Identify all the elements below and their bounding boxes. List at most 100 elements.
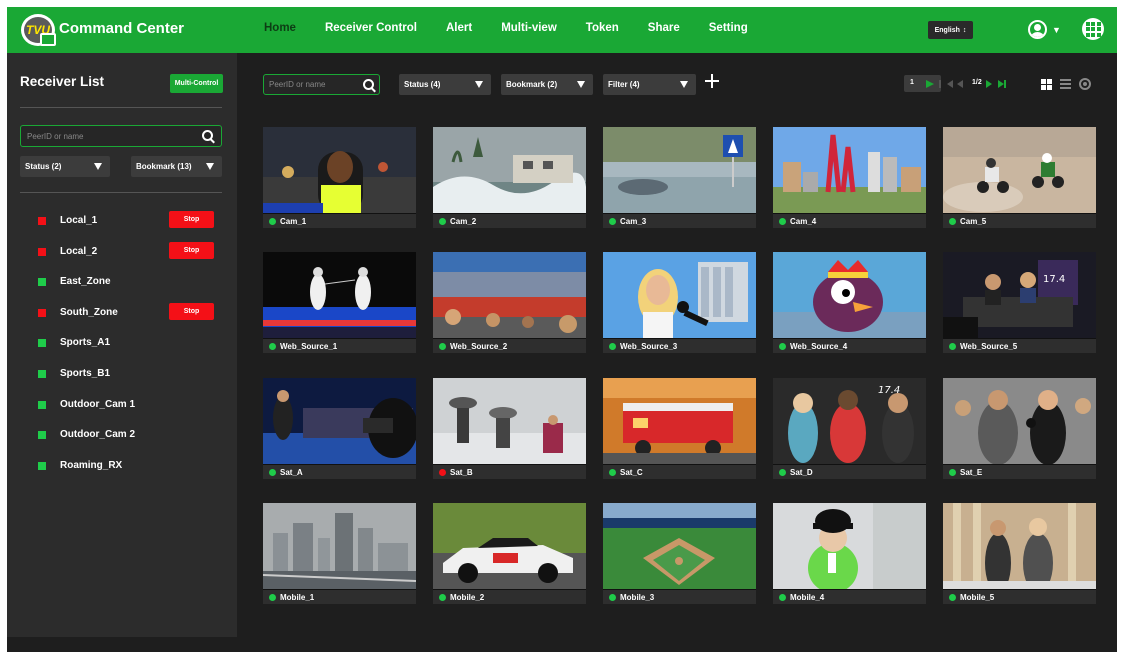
status-dot-icon	[609, 343, 616, 350]
multi-control-button[interactable]: Multi-Control	[170, 74, 223, 93]
nav-receiver-control[interactable]: Receiver Control	[325, 22, 417, 34]
page-jump-box[interactable]: 1	[904, 75, 941, 92]
sidebar-status-dropdown[interactable]: Status (2)	[20, 156, 110, 177]
source-tile[interactable]: Web_Source_4	[773, 252, 926, 355]
tvu-logo[interactable]: TVU	[21, 14, 56, 46]
tile-caption-bar: Web_Source_3	[603, 338, 756, 353]
video-thumbnail[interactable]: 17.4	[943, 252, 1096, 338]
source-name: Sat_A	[280, 468, 303, 477]
source-tile[interactable]: Web_Source_3	[603, 252, 756, 355]
video-thumbnail[interactable]	[603, 127, 756, 213]
sidebar-bookmark-label: Bookmark (13)	[136, 162, 192, 171]
source-tile[interactable]: Cam_2	[433, 127, 586, 230]
receiver-item[interactable]: South_Zone Stop	[7, 302, 237, 325]
receiver-item[interactable]: East_Zone	[7, 272, 237, 294]
tile-caption-bar: Cam_5	[943, 213, 1096, 228]
source-tile[interactable]: Cam_4	[773, 127, 926, 230]
first-page-icon[interactable]	[939, 80, 953, 88]
source-tile[interactable]: 17.4 Web_Source_5	[943, 252, 1096, 355]
receiver-item[interactable]: Local_1 Stop	[7, 211, 237, 233]
search-icon[interactable]	[363, 79, 374, 90]
video-thumbnail[interactable]	[433, 503, 586, 589]
source-tile[interactable]: Cam_3	[603, 127, 756, 230]
status-dot-icon	[779, 343, 786, 350]
sidebar-search-input[interactable]	[27, 129, 187, 143]
video-thumbnail[interactable]	[263, 378, 416, 464]
receiver-sidebar: Receiver List Multi-Control Status (2) B…	[7, 53, 237, 637]
receiver-item[interactable]: Sports_B1	[7, 364, 237, 386]
source-tile[interactable]: Mobile_3	[603, 503, 756, 606]
source-tile[interactable]: Sat_C	[603, 378, 756, 481]
language-select[interactable]: English ↕	[928, 21, 973, 39]
video-thumbnail[interactable]	[433, 378, 586, 464]
apps-grid-icon[interactable]	[1082, 18, 1104, 40]
stop-button[interactable]: Stop	[169, 302, 214, 320]
bookmark-dropdown[interactable]: Bookmark (2)	[501, 74, 593, 95]
nav-multi-view[interactable]: Multi-view	[501, 22, 557, 34]
prev-page-icon[interactable]	[957, 80, 963, 88]
sidebar-bookmark-dropdown[interactable]: Bookmark (13)	[131, 156, 222, 177]
nav-alert[interactable]: Alert	[446, 22, 472, 34]
receiver-item[interactable]: Local_2 Stop	[7, 241, 237, 264]
map-view-icon[interactable]	[1079, 78, 1091, 90]
source-search-input[interactable]	[269, 78, 354, 91]
source-name: Mobile_1	[280, 593, 315, 602]
last-page-icon[interactable]	[998, 80, 1006, 88]
status-dot-icon	[949, 343, 956, 350]
tile-caption-bar: Mobile_4	[773, 589, 926, 604]
receiver-item[interactable]: Outdoor_Cam 1	[7, 395, 237, 417]
receiver-item[interactable]: Sports_A1	[7, 333, 237, 355]
receiver-item[interactable]: Outdoor_Cam 2	[7, 425, 237, 447]
status-dropdown[interactable]: Status (4)	[399, 74, 491, 95]
stop-button[interactable]: Stop	[169, 211, 214, 228]
search-icon[interactable]	[202, 130, 213, 141]
source-search-box	[263, 74, 380, 95]
video-thumbnail[interactable]	[263, 252, 416, 338]
source-tile[interactable]: Web_Source_1	[263, 252, 416, 355]
nav-setting[interactable]: Setting	[709, 22, 748, 34]
grid-view-icon[interactable]	[1041, 79, 1052, 90]
source-tile[interactable]: 17.4 Sat_D	[773, 378, 926, 481]
status-dot-icon	[609, 218, 616, 225]
source-name: Sat_D	[790, 468, 813, 477]
tile-caption-bar: Mobile_2	[433, 589, 586, 604]
add-icon[interactable]	[705, 74, 719, 88]
video-thumbnail[interactable]	[943, 378, 1096, 464]
video-thumbnail[interactable]	[433, 127, 586, 213]
source-tile[interactable]: Sat_E	[943, 378, 1096, 481]
source-tile[interactable]: Web_Source_2	[433, 252, 586, 355]
list-view-icon[interactable]	[1060, 79, 1071, 90]
video-thumbnail[interactable]: 17.4	[773, 378, 926, 464]
source-tile[interactable]: Cam_5	[943, 127, 1096, 230]
video-thumbnail[interactable]	[943, 127, 1096, 213]
video-thumbnail[interactable]	[603, 252, 756, 338]
status-dot-icon	[269, 469, 276, 476]
video-thumbnail[interactable]	[943, 503, 1096, 589]
nav-token[interactable]: Token	[586, 22, 619, 34]
video-thumbnail[interactable]	[263, 127, 416, 213]
chevron-down-icon[interactable]: ▼	[1052, 25, 1061, 35]
go-arrow-icon[interactable]	[926, 80, 934, 88]
page-input[interactable]: 1	[910, 79, 914, 86]
nav-share[interactable]: Share	[648, 22, 680, 34]
stop-button[interactable]: Stop	[169, 241, 214, 259]
video-thumbnail[interactable]	[773, 503, 926, 589]
video-thumbnail[interactable]	[263, 503, 416, 589]
video-thumbnail[interactable]	[773, 252, 926, 338]
source-tile[interactable]: Sat_B	[433, 378, 586, 481]
user-avatar-icon[interactable]	[1028, 20, 1047, 39]
video-thumbnail[interactable]	[603, 503, 756, 589]
receiver-item[interactable]: Roaming_RX	[7, 456, 237, 478]
video-thumbnail[interactable]	[603, 378, 756, 464]
next-page-icon[interactable]	[986, 80, 992, 88]
video-thumbnail[interactable]	[433, 252, 586, 338]
source-tile[interactable]: Sat_A	[263, 378, 416, 481]
filter-dropdown[interactable]: Filter (4)	[603, 74, 696, 95]
source-tile[interactable]: Mobile_5	[943, 503, 1096, 606]
video-thumbnail[interactable]	[773, 127, 926, 213]
source-tile[interactable]: Mobile_4	[773, 503, 926, 606]
source-tile[interactable]: Cam_1	[263, 127, 416, 230]
nav-home[interactable]: Home	[264, 22, 296, 34]
source-tile[interactable]: Mobile_2	[433, 503, 586, 606]
source-tile[interactable]: Mobile_1	[263, 503, 416, 606]
